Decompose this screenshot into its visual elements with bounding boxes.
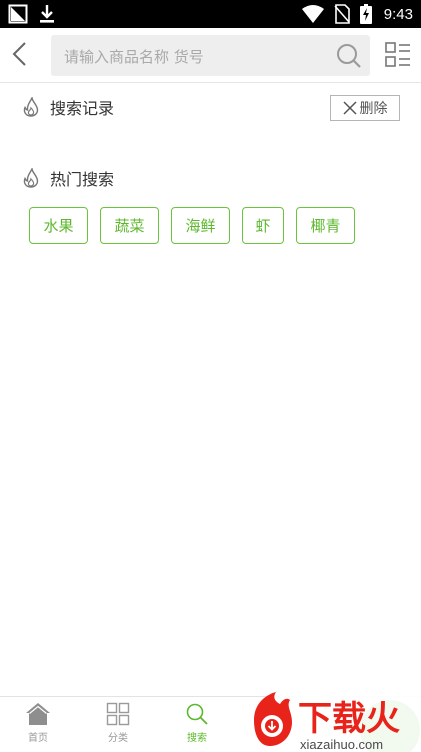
download-icon bbox=[38, 4, 56, 24]
svg-text:xiazaihuo.com: xiazaihuo.com bbox=[300, 737, 383, 752]
search-icon[interactable] bbox=[336, 43, 362, 73]
list-view-button[interactable] bbox=[385, 42, 411, 72]
history-header: 搜索记录 bbox=[22, 95, 114, 119]
grid-icon bbox=[106, 702, 130, 726]
delete-history-button[interactable]: 删除 bbox=[330, 95, 400, 121]
back-button[interactable] bbox=[8, 40, 32, 68]
hot-header: 热门搜索 bbox=[22, 166, 114, 190]
nav-item-home[interactable]: 首页 bbox=[8, 702, 68, 744]
no-sim-icon bbox=[334, 4, 350, 24]
svg-text:下载火: 下载火 bbox=[298, 699, 400, 739]
flame-icon bbox=[22, 168, 40, 188]
hot-tag[interactable]: 椰青 bbox=[296, 207, 355, 244]
list-view-icon bbox=[385, 42, 410, 67]
nav-label-search: 搜索 bbox=[187, 733, 207, 744]
hot-tag[interactable]: 蔬菜 bbox=[100, 207, 159, 244]
hot-tag[interactable]: 海鲜 bbox=[171, 207, 230, 244]
history-title: 搜索记录 bbox=[50, 99, 115, 118]
search-icon bbox=[186, 703, 208, 725]
hot-tag[interactable]: 水果 bbox=[29, 207, 88, 244]
search-input[interactable]: 请输入商品名称 货号 bbox=[51, 35, 370, 76]
search-header: 请输入商品名称 货号 bbox=[0, 28, 421, 83]
flame-icon bbox=[22, 97, 40, 117]
search-screen: 9:43 请输入商品名称 货号 搜索记录 删除 热门搜索 水果 蔬菜 海鲜 虾 … bbox=[0, 0, 421, 752]
nav-item-search[interactable]: 搜索 bbox=[167, 702, 227, 744]
hot-title: 热门搜索 bbox=[50, 170, 115, 189]
delete-label: 删除 bbox=[359, 101, 388, 117]
status-right: 9:43 bbox=[301, 4, 413, 24]
status-time: 9:43 bbox=[383, 5, 413, 23]
no-signal-image-icon bbox=[8, 4, 28, 24]
chevron-left-icon bbox=[12, 42, 26, 66]
status-bar: 9:43 bbox=[0, 0, 421, 28]
battery-charging-icon bbox=[359, 4, 372, 24]
hot-tag[interactable]: 虾 bbox=[242, 207, 284, 244]
nav-label-category: 分类 bbox=[108, 733, 128, 744]
wifi-icon bbox=[301, 5, 324, 23]
search-placeholder: 请输入商品名称 货号 bbox=[64, 48, 204, 66]
close-icon bbox=[342, 101, 357, 115]
nav-item-category[interactable]: 分类 bbox=[88, 702, 148, 744]
status-left bbox=[8, 4, 56, 24]
nav-label-home: 首页 bbox=[28, 733, 48, 744]
watermark-logo: 下载火 xiazaihuo.com bbox=[254, 692, 421, 752]
home-icon bbox=[26, 703, 50, 725]
